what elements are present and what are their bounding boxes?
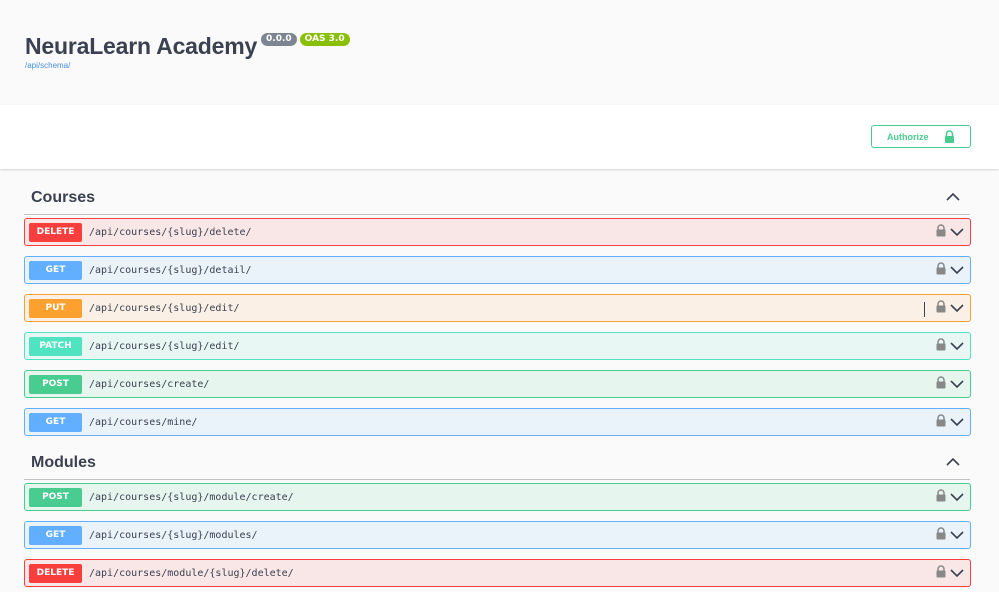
scheme-container: Authorize [0, 105, 999, 169]
chevron-down-icon[interactable] [950, 338, 964, 356]
method-badge: POST [29, 374, 82, 394]
chevron-down-icon[interactable] [950, 527, 964, 545]
lock-icon[interactable] [936, 414, 946, 432]
chevron-down-icon[interactable] [950, 489, 964, 507]
operation-path: /api/courses/{slug}/module/create/ [89, 491, 294, 503]
chevron-up-icon [946, 189, 960, 207]
operation-summary[interactable]: GET /api/courses/{slug}/detail/ [24, 256, 971, 284]
operation-summary[interactable]: POST /api/courses/{slug}/module/create/ [24, 483, 971, 511]
operation-path: /api/courses/create/ [89, 378, 210, 390]
lock-icon[interactable] [936, 489, 946, 507]
operation-summary[interactable]: PATCH /api/courses/{slug}/edit/ [24, 332, 971, 360]
title-row: NeuraLearn Academy 0.0.0 OAS 3.0 [25, 33, 999, 59]
tag-title: Modules [31, 453, 96, 471]
chevron-down-icon[interactable] [950, 565, 964, 583]
method-badge: DELETE [29, 563, 82, 583]
operation-path: /api/courses/{slug}/edit/ [89, 340, 240, 352]
tag-title: Courses [31, 188, 96, 206]
operation-summary[interactable]: PUT /api/courses/{slug}/edit/ [24, 294, 971, 322]
operation-summary[interactable]: DELETE /api/courses/module/{slug}/delete… [24, 559, 971, 587]
chevron-down-icon[interactable] [950, 414, 964, 432]
operation-path: /api/courses/{slug}/detail/ [89, 264, 252, 276]
api-title: NeuraLearn Academy [25, 33, 258, 59]
operation-summary[interactable]: GET /api/courses/mine/ [24, 408, 971, 436]
lock-icon[interactable] [936, 224, 946, 242]
lock-icon[interactable] [936, 527, 946, 545]
method-badge: GET [29, 260, 82, 280]
authorize-button[interactable]: Authorize [871, 125, 971, 148]
tag-header-modules[interactable]: Modules [24, 446, 970, 480]
method-badge: GET [29, 525, 82, 545]
divider [924, 301, 925, 317]
lock-icon[interactable] [936, 262, 946, 280]
method-badge: GET [29, 412, 82, 432]
chevron-down-icon[interactable] [950, 300, 964, 318]
authorize-label: Authorize [887, 131, 929, 142]
chevron-up-icon [946, 454, 960, 472]
method-badge: DELETE [29, 222, 82, 242]
lock-icon[interactable] [936, 565, 946, 583]
method-badge: PATCH [29, 336, 82, 356]
oas-badge: OAS 3.0 [299, 33, 350, 46]
operation-path: /api/courses/{slug}/modules/ [89, 529, 258, 541]
operation-summary[interactable]: DELETE /api/courses/{slug}/delete/ [24, 218, 971, 246]
lock-icon [944, 130, 955, 146]
operation-summary[interactable]: POST /api/courses/create/ [24, 370, 971, 398]
operation-path: /api/courses/mine/ [89, 416, 198, 428]
operations-content: Courses DELETE /api/courses/{slug}/delet… [0, 169, 999, 592]
operation-path: /api/courses/{slug}/delete/ [89, 226, 252, 238]
method-badge: PUT [29, 298, 82, 318]
schema-link[interactable]: /api/schema/ [25, 61, 999, 70]
chevron-down-icon[interactable] [950, 224, 964, 242]
operation-path: /api/courses/{slug}/edit/ [89, 302, 240, 314]
lock-icon[interactable] [936, 300, 946, 318]
tag-header-courses[interactable]: Courses [24, 181, 970, 215]
operation-path: /api/courses/module/{slug}/delete/ [89, 567, 294, 579]
lock-icon[interactable] [936, 376, 946, 394]
method-badge: POST [29, 487, 82, 507]
operation-summary[interactable]: GET /api/courses/{slug}/modules/ [24, 521, 971, 549]
chevron-down-icon[interactable] [950, 262, 964, 280]
lock-icon[interactable] [936, 338, 946, 356]
api-info: NeuraLearn Academy 0.0.0 OAS 3.0 /api/sc… [0, 0, 999, 105]
version-badge: 0.0.0 [261, 33, 297, 46]
chevron-down-icon[interactable] [950, 376, 964, 394]
